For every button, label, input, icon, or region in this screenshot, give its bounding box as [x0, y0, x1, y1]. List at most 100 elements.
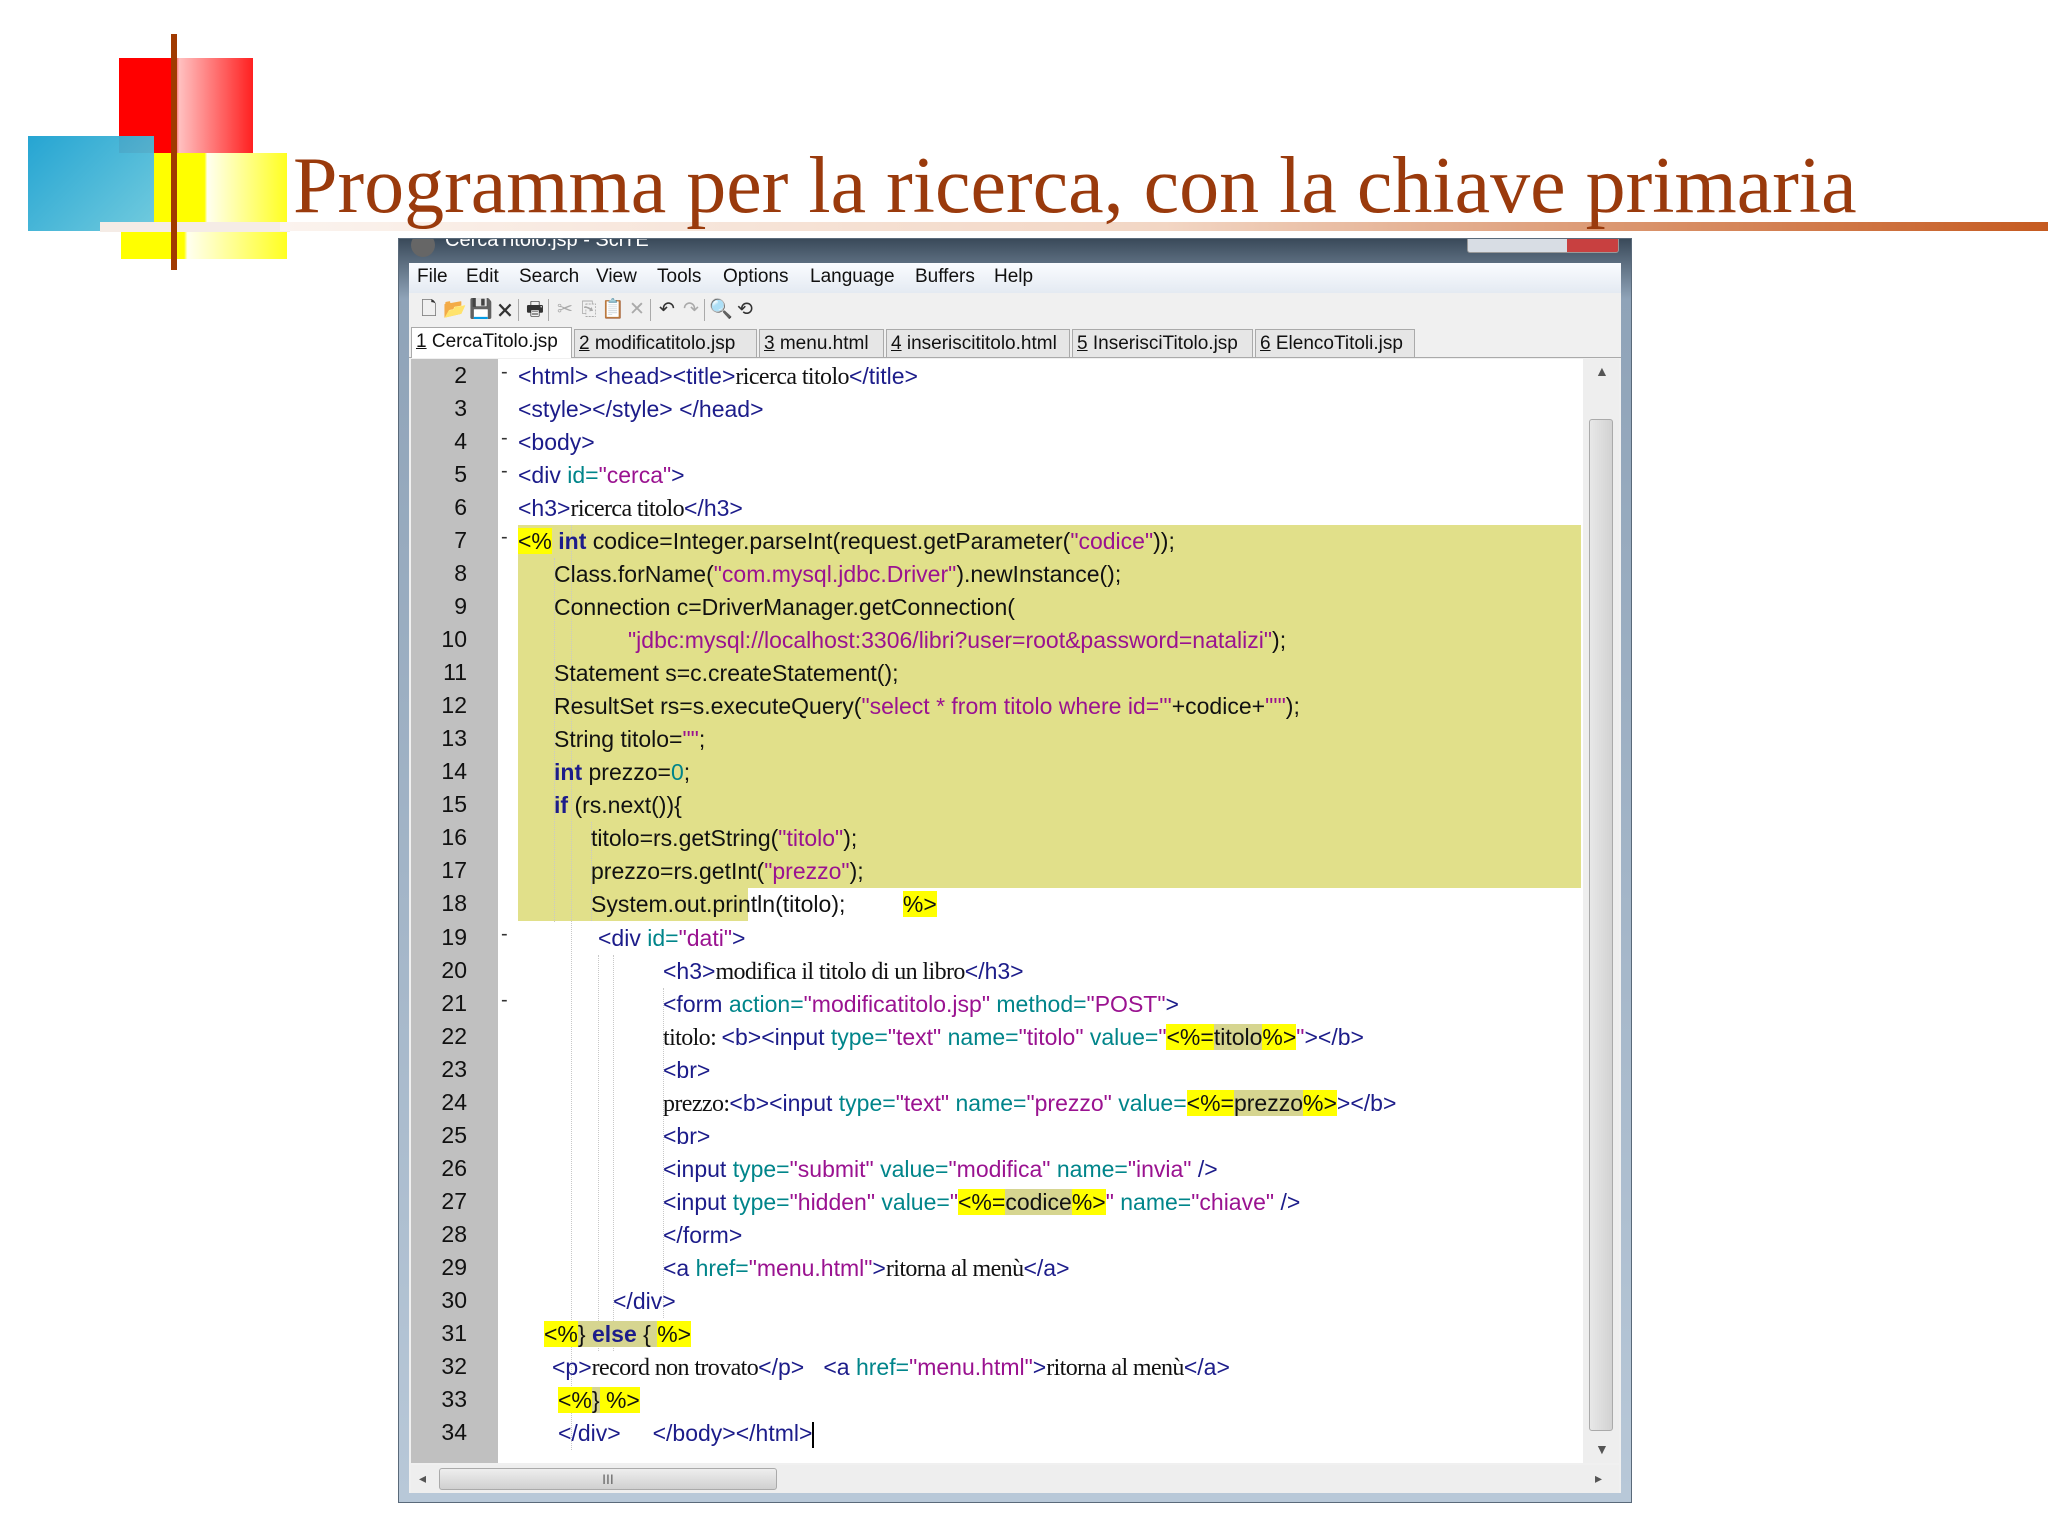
copy-icon[interactable]: ⎘	[577, 298, 601, 322]
code-line[interactable]: int prezzo=0;	[554, 756, 690, 789]
code-token-tag: <br>	[663, 1056, 711, 1083]
code-line[interactable]: <a href="menu.html">ritorna al menù</a>	[663, 1252, 1070, 1285]
code-line[interactable]: if (rs.next()){	[554, 789, 682, 822]
menu-help[interactable]: Help	[994, 266, 1033, 288]
fold-toggle[interactable]: -	[501, 361, 508, 384]
code-token-attr: method=	[990, 990, 1087, 1017]
menu-buffers[interactable]: Buffers	[915, 266, 975, 288]
line-number: 27	[441, 1187, 467, 1214]
code-line[interactable]: <p>record non trovato</p> <a href="menu.…	[552, 1351, 1230, 1384]
code-line[interactable]: ResultSet rs=s.executeQuery("select * fr…	[554, 690, 1300, 723]
fold-margin[interactable]	[498, 359, 516, 1463]
code-line[interactable]: prezzo:<b><input type="text" name="prezz…	[663, 1087, 1396, 1120]
code-line[interactable]: </form>	[663, 1219, 742, 1252]
code-line[interactable]: System.out.println(titolo); %>	[591, 888, 937, 921]
code-token-ybm: <%	[558, 1386, 592, 1413]
tab-2[interactable]: 2 modificatitolo.jsp	[574, 329, 757, 357]
menu-search[interactable]: Search	[519, 266, 579, 288]
redo-icon[interactable]: ↷	[679, 298, 703, 322]
replace-icon[interactable]: ⟲	[733, 298, 757, 322]
code-line[interactable]: <br>	[663, 1054, 710, 1087]
code-line[interactable]: titolo=rs.getString("titolo");	[591, 822, 857, 855]
scroll-up-arrow-icon[interactable]: ▲	[1595, 363, 1609, 379]
code-token-kw: if	[554, 792, 569, 819]
print-icon[interactable]: 🖶	[523, 298, 547, 322]
fold-toggle[interactable]: -	[501, 989, 508, 1012]
code-line[interactable]: <div id="cerca">	[518, 459, 685, 492]
tab-3[interactable]: 3 menu.html	[759, 329, 884, 357]
code-line[interactable]: <%} %>	[558, 1384, 640, 1417]
menu-file[interactable]: File	[417, 266, 448, 288]
tab-label: modificatitolo.jsp	[589, 333, 736, 354]
close-file-icon[interactable]: 🗙	[493, 298, 517, 322]
fold-toggle[interactable]: -	[501, 427, 508, 450]
code-line[interactable]: </div>	[613, 1285, 676, 1318]
code-line[interactable]: Statement s=c.createStatement();	[554, 657, 899, 690]
window-controls[interactable]	[1467, 239, 1619, 253]
code-line[interactable]: <h3>ricerca titolo</h3>	[518, 492, 743, 525]
code-line[interactable]: Connection c=DriverManager.getConnection…	[554, 591, 1015, 624]
menu-tools[interactable]: Tools	[657, 266, 701, 288]
fold-toggle[interactable]: -	[501, 460, 508, 483]
tab-5[interactable]: 5 InserisciTitolo.jsp	[1072, 329, 1253, 357]
menu-view[interactable]: View	[596, 266, 637, 288]
code-line[interactable]: <style></style> </head>	[518, 393, 764, 426]
code-token-tag: </form>	[663, 1221, 743, 1248]
code-line[interactable]: <input type="submit" value="modifica" na…	[663, 1153, 1218, 1186]
code-line[interactable]: <% int codice=Integer.parseInt(request.g…	[518, 525, 1175, 558]
code-token-str: "submit"	[789, 1155, 874, 1182]
code-line[interactable]: <h3>modifica il titolo di un libro</h3>	[663, 955, 1024, 988]
fold-toggle[interactable]: -	[501, 923, 508, 946]
menu-options[interactable]: Options	[723, 266, 788, 288]
code-token-tag: >	[732, 924, 746, 951]
code-token-expr: codice	[1005, 1188, 1072, 1215]
vertical-scrollbar[interactable]: ▲ ▼	[1583, 359, 1619, 1463]
code-line[interactable]: <form action="modificatitolo.jsp" method…	[663, 988, 1179, 1021]
line-number: 31	[441, 1319, 467, 1346]
paste-icon[interactable]: 📋	[601, 298, 625, 322]
new-file-icon[interactable]: 🗋	[417, 298, 441, 322]
code-line[interactable]: <html> <head><title>ricerca titolo</titl…	[518, 360, 918, 393]
horizontal-scroll-thumb[interactable]: III	[439, 1468, 777, 1490]
code-token-tag: </a>	[1023, 1254, 1070, 1281]
delete-icon[interactable]: ✕	[625, 298, 649, 322]
code-line[interactable]: <%} else { %>	[544, 1318, 692, 1351]
menu-language[interactable]: Language	[810, 266, 895, 288]
line-number: 19	[441, 923, 467, 950]
tab-4[interactable]: 4 inseriscititolo.html	[886, 329, 1070, 357]
scroll-left-arrow-icon[interactable]: ◂	[419, 1470, 426, 1487]
menu-edit[interactable]: Edit	[466, 266, 499, 288]
save-icon[interactable]: 💾	[469, 298, 493, 322]
code-line[interactable]: titolo: <b><input type="text" name="tito…	[663, 1021, 1364, 1054]
code-token-attr: action=	[728, 990, 804, 1017]
window-title: CercaTitolo.jsp - SciTE	[445, 239, 649, 251]
code-line[interactable]: "jdbc:mysql://localhost:3306/libri?user=…	[628, 624, 1286, 657]
find-icon[interactable]: 🔍	[709, 298, 733, 322]
undo-icon[interactable]: ↶	[655, 298, 679, 322]
tab-1[interactable]: 1 CercaTitolo.jsp	[411, 327, 572, 358]
cut-icon[interactable]: ✂	[553, 298, 577, 322]
vertical-scroll-thumb[interactable]	[1589, 419, 1613, 1431]
code-token-attr: type=	[830, 1023, 888, 1050]
fold-toggle[interactable]: -	[501, 526, 508, 549]
code-line[interactable]: String titolo="";	[554, 723, 705, 756]
code-editor[interactable]: ▲ ▼ 2- <html> <head><title>ricerca titolo…	[411, 359, 1619, 1463]
open-folder-icon[interactable]: 📂	[443, 298, 467, 322]
window-titlebar[interactable]: CercaTitolo.jsp - SciTE	[399, 239, 1631, 263]
tab-6[interactable]: 6 ElencoTitoli.jsp	[1255, 329, 1415, 357]
code-token-attr: type=	[838, 1089, 896, 1116]
line-number: 7	[454, 527, 467, 554]
code-line[interactable]: </div> </body></html>	[558, 1417, 815, 1450]
horizontal-scrollbar[interactable]: ◂ III ▸	[411, 1465, 1619, 1493]
code-token-tag: <div	[598, 924, 648, 951]
code-line[interactable]: <body>	[518, 426, 595, 459]
code-token-str: "titolo"	[1018, 1023, 1084, 1050]
code-line[interactable]: <input type="hidden" value="<%=codice%>"…	[663, 1186, 1300, 1219]
code-line[interactable]: <br>	[663, 1120, 710, 1153]
scroll-right-arrow-icon[interactable]: ▸	[1595, 1470, 1602, 1487]
line-number: 15	[441, 791, 467, 818]
code-line[interactable]: Class.forName("com.mysql.jdbc.Driver").n…	[554, 558, 1121, 591]
scroll-down-arrow-icon[interactable]: ▼	[1595, 1441, 1609, 1457]
code-line[interactable]: prezzo=rs.getInt("prezzo");	[591, 855, 864, 888]
code-line[interactable]: <div id="dati">	[598, 922, 745, 955]
